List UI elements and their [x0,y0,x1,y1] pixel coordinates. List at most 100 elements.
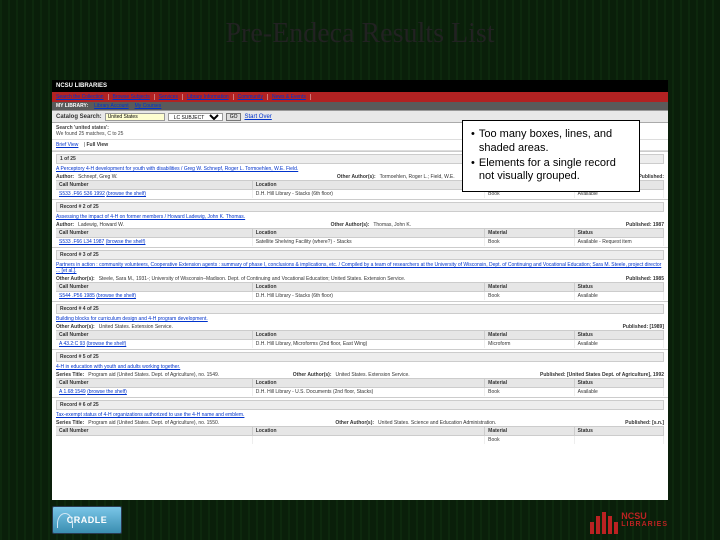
col-material: Material [485,427,574,435]
go-button[interactable]: GO [226,113,242,121]
subnav-lead: MY LIBRARY: [56,103,88,109]
author-label: Other Author(s): [56,276,95,282]
record-title-link[interactable]: A Perceptory 4-H development for youth w… [56,166,298,172]
location-value: Satellite Shelving Facility (where?) - S… [253,238,485,246]
call-number-link[interactable]: S533 .F66 L34 1987 [59,239,104,245]
published-label: Published: 1985 [626,276,664,282]
browse-shelf-link[interactable]: (browse the shelf) [106,239,146,245]
author-value: Steele, Sara M., 1931-; University of Wi… [99,276,622,282]
subnav-item[interactable]: My Courses [135,103,162,109]
record-header: Record # 3 of 25 [56,250,664,260]
author-value: Program aid (United States. Dept. of Agr… [88,420,331,426]
subnav-item[interactable]: Library Account [94,103,128,109]
nav-item[interactable]: Library Information [187,94,234,100]
status-value: Available [575,292,664,300]
author-value: Schnepf, Greg W. [78,174,333,180]
author-value: United States. Extension Service. [99,324,619,330]
record-header: Record # 5 of 25 [56,352,664,362]
browse-shelf-link[interactable]: (browse the shelf) [87,341,127,347]
col-material: Material [485,283,574,291]
published-label: Published: [United States Dept. of Agric… [540,372,664,378]
other-author-label: Other Author(s): [293,372,332,378]
result-record: Record # 3 of 25 Partners in action : com… [52,247,668,301]
author-label: Series Title: [56,372,84,378]
col-status: Status [575,379,664,387]
my-library-nav: MY LIBRARY: Library Account My Courses [52,102,668,111]
published-label: Published: [638,174,664,180]
call-number-link[interactable]: A 1.68:1549 [59,389,86,395]
author-label: Other Author(s): [56,324,95,330]
col-status: Status [575,331,664,339]
location-value: D.H. Hill Library - U.S. Documents (2nd … [253,388,485,396]
nav-item[interactable]: Services [159,94,183,100]
start-over-link[interactable]: Start Over [244,114,271,120]
call-number-link[interactable]: S544 .P56 1985 [59,293,95,299]
col-material: Material [485,379,574,387]
col-call: Call Number [56,427,253,435]
record-header: Record # 6 of 25 [56,400,664,410]
column-headers: Call NumberLocationMaterialStatus [56,330,664,340]
column-headers: Call NumberLocationMaterialStatus [56,378,664,388]
result-record: Record # 4 of 25 Building blocks for curr… [52,301,668,349]
browse-shelf-link[interactable]: (browse the shelf) [87,389,127,395]
ncsu-libraries-logo: NCSU LIBRARIES [590,506,668,534]
col-call: Call Number [56,181,253,189]
footer-logos: CRADLE NCSU LIBRARIES [52,506,668,534]
browse-shelf-link[interactable]: (browse the shelf) [96,293,136,299]
published-label: Published: 1987 [626,222,664,228]
status-value: Available [575,340,664,348]
record-data-row: Book [56,436,664,444]
col-status: Status [575,229,664,237]
nav-item[interactable]: News & Events [272,94,311,100]
brief-view-link[interactable]: Brief View [56,142,78,148]
nav-item[interactable]: Browse Subjects [113,94,155,100]
cradle-logo: CRADLE [52,506,122,534]
result-record: Record # 6 of 25 Tax-exempt status of 4-H… [52,397,668,445]
record-title-link[interactable]: 4-H in education with youth and adults w… [56,364,180,370]
published-label: Published: [s.n.] [625,420,664,426]
primary-nav: Search the Collection Browse Subjects Se… [52,92,668,102]
col-location: Location [253,229,485,237]
location-value: D.H. Hill Library - Stacks (6th floor) [253,190,485,198]
bullet-icon: • [471,128,475,156]
result-record: Record # 2 of 25Assessing the impact of … [52,199,668,247]
author-label: Series Title: [56,420,84,426]
published-label: Published: [1989] [623,324,664,330]
col-location: Location [253,181,485,189]
col-location: Location [253,427,485,435]
material-value: Book [485,436,574,444]
record-title-link[interactable]: Assessing the impact of 4-H on former me… [56,214,245,220]
material-value: Microform [485,340,574,348]
record-header: Record # 4 of 25 [56,304,664,314]
col-status: Status [575,427,664,435]
status-value: Available [575,388,664,396]
material-value: Book [485,238,574,246]
record-title-link[interactable]: Building blocks for curriculum design an… [56,316,208,322]
nav-item[interactable]: Community [238,94,268,100]
record-title-link[interactable]: Partners in action : community volunteer… [56,262,661,274]
col-location: Location [253,379,485,387]
status-value [575,436,664,444]
author-value: Ladewig, Howard W. [78,222,327,228]
site-brand: NCSU LIBRARIES [56,83,107,89]
column-headers: Call NumberLocationMaterialStatus [56,228,664,238]
call-number-link[interactable]: S533 .F66 S36 1992 [59,191,105,197]
record-data-row: S544 .P56 1985 (browse the shelf)D.H. Hi… [56,292,664,300]
record-title-link[interactable]: Tax-exempt status of 4-H organizations a… [56,412,244,418]
annotation-callout: •Too many boxes, lines, and shaded areas… [462,120,640,192]
nav-item[interactable]: Search the Collection [56,94,109,100]
site-brand-bar: NCSU LIBRARIES [52,80,668,92]
search-label: Catalog Search: [56,114,102,120]
call-number-link[interactable]: A 43.2:C 93 [59,341,85,347]
bullet-icon: • [471,157,475,185]
other-author-label: Other Author(s): [337,174,376,180]
browse-shelf-link[interactable]: (browse the shelf) [106,191,146,197]
other-author-label: Other Author(s): [335,420,374,426]
search-type-dropdown[interactable]: LC SUBJECT [168,113,223,121]
other-author-value: Thomas, John K. [373,222,622,228]
col-location: Location [253,331,485,339]
col-material: Material [485,229,574,237]
other-author-label: Other Author(s): [331,222,370,228]
search-input[interactable] [105,113,165,121]
record-data-row: S533 .F66 L34 1987 (browse the shelf) Sat… [56,238,664,246]
